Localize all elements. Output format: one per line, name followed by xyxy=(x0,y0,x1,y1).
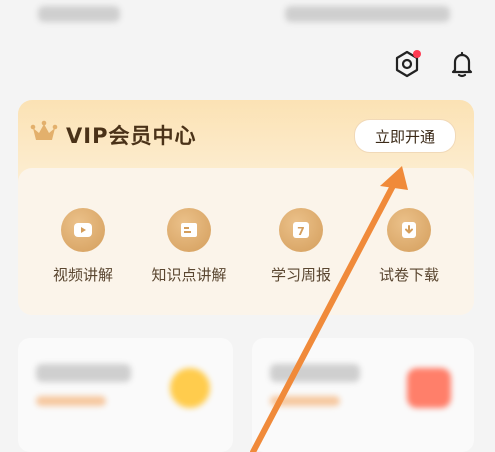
annotation-arrow xyxy=(250,166,408,452)
